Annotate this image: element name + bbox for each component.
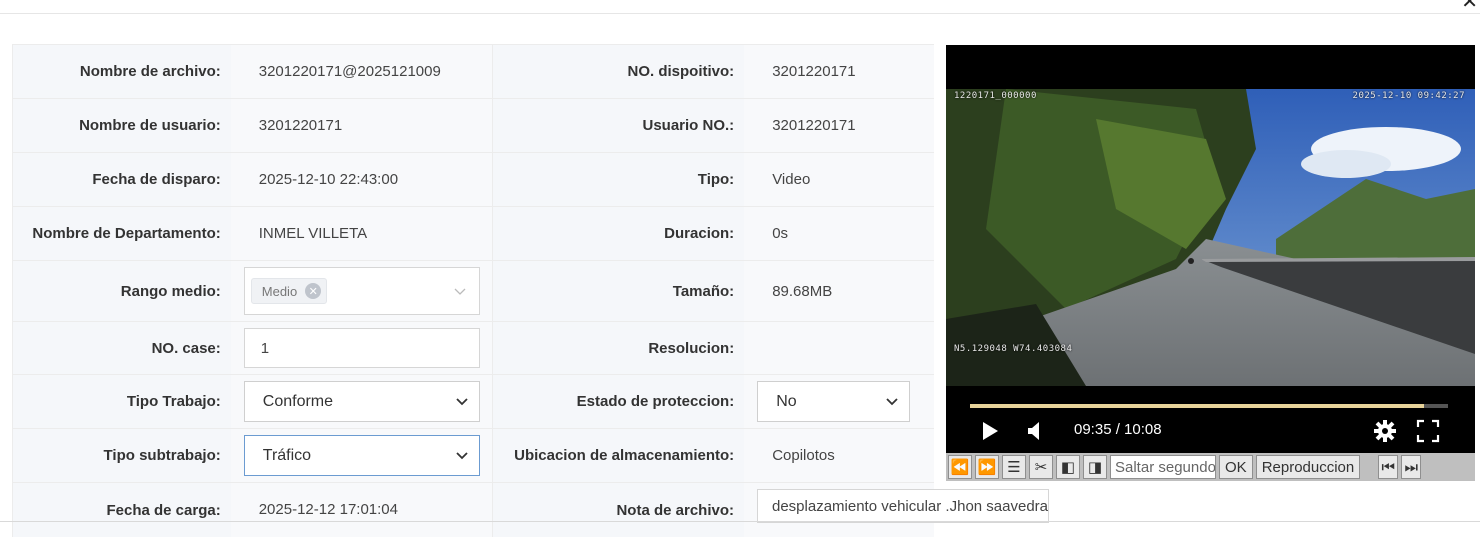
label-resolution: Resolucion:: [492, 322, 745, 374]
range-tag-label: Medio: [261, 283, 298, 299]
label-protection-state: Estado de proteccion:: [492, 375, 745, 428]
clip-button[interactable]: ✂: [1029, 455, 1053, 479]
bottom-divider: [0, 521, 1480, 522]
protection-state-select[interactable]: No: [757, 381, 911, 422]
video-time: 09:35 / 10:08: [1074, 421, 1162, 438]
file-details-form: Nombre de archivo: 3201220171@2025121009…: [12, 44, 1049, 537]
label-range: Rango medio:: [13, 261, 231, 321]
work-type-select[interactable]: Conforme: [243, 381, 480, 422]
label-department: Nombre de Departamento:: [13, 207, 231, 260]
value-department: INMEL VILLETA: [230, 207, 493, 260]
rewind-button[interactable]: ⏪: [948, 455, 972, 479]
label-size: Tamaño:: [492, 261, 745, 321]
label-type: Tipo:: [492, 153, 745, 206]
label-device-no: NO. dispoitivo:: [492, 45, 745, 98]
value-file-name: 3201220171@2025121009: [230, 45, 493, 98]
prev-frame-icon: ◧: [1060, 459, 1076, 476]
label-work-type: Tipo Trabajo:: [13, 375, 231, 428]
case-no-input[interactable]: 1: [243, 328, 480, 368]
playback-button[interactable]: Reproduccion: [1255, 455, 1361, 479]
label-file-name: Nombre de archivo:: [13, 45, 231, 98]
value-size: 89.68MB: [744, 261, 934, 321]
subwork-type-select[interactable]: Tráfico: [243, 435, 480, 476]
skip-end-icon: ⏭: [1404, 458, 1418, 476]
label-case-no: NO. case:: [13, 322, 231, 374]
label-subwork-type: Tipo subtrabajo:: [13, 429, 231, 482]
ok-button[interactable]: OK: [1219, 455, 1253, 479]
label-trigger-date: Fecha de disparo:: [13, 153, 231, 206]
video-progress-fill: [970, 404, 1425, 408]
player-toolbar: ⏪ ⏩ ☰ ✂ ◧ ◨ Saltar segundo OK Reproducci…: [946, 453, 1475, 481]
value-storage-location: Copilotos: [744, 429, 934, 482]
label-user-no: Usuario NO.:: [492, 99, 745, 152]
chevron-down-icon: [456, 398, 468, 406]
subwork-type-value: Tráfico: [262, 446, 312, 464]
work-type-value: Conforme: [262, 392, 334, 410]
protection-state-value: No: [776, 392, 797, 410]
row-user-name: Nombre de usuario: 3201220171 Usuario NO…: [13, 99, 934, 153]
row-upload-date: Fecha de carga: 2025-12-12 17:01:04 Nota…: [13, 483, 1049, 537]
settings-gear-icon[interactable]: [1373, 419, 1397, 443]
osd-timestamp: 2025-12-10 09:42:27: [1352, 91, 1465, 101]
value-trigger-date: 2025-12-10 22:43:00: [230, 153, 493, 206]
range-tag: Medio ✕: [250, 278, 328, 304]
remove-tag-icon[interactable]: ✕: [305, 283, 322, 299]
label-file-note: Nota de archivo:: [492, 483, 744, 537]
label-user-name: Nombre de usuario:: [13, 99, 231, 152]
osd-gps: N5.129048 W74.403084: [954, 344, 1073, 354]
fullscreen-icon[interactable]: [1416, 419, 1440, 443]
next-frame-icon: ◨: [1087, 459, 1103, 476]
label-storage-location: Ubicacion de almacenamiento:: [492, 429, 745, 482]
scissors-icon: ✂: [1034, 459, 1048, 476]
value-user-no: 3201220171: [744, 99, 934, 152]
file-note-input[interactable]: desplazamiento vehicular .Jhon saavedra: [757, 489, 1049, 523]
list-icon: ☰: [1007, 459, 1021, 476]
row-subwork-type: Tipo subtrabajo: Tráfico Ubicacion de al…: [13, 429, 934, 483]
row-file-name: Nombre de archivo: 3201220171@2025121009…: [13, 45, 934, 99]
video-scene-image: [946, 89, 1475, 386]
value-device-no: 3201220171: [744, 45, 934, 98]
row-work-type: Tipo Trabajo: Conforme Estado de protecc…: [13, 375, 934, 429]
list-button[interactable]: ☰: [1002, 455, 1026, 479]
prev-frame-button[interactable]: ◧: [1056, 455, 1080, 479]
fast-forward-button[interactable]: ⏩: [975, 455, 999, 479]
volume-icon[interactable]: [1026, 420, 1046, 442]
osd-file-id: 1220171_000000: [954, 91, 1037, 101]
skip-start-icon: ⏮: [1381, 458, 1395, 476]
value-duration: 0s: [744, 207, 934, 260]
dialog-header: ✕: [0, 0, 1480, 14]
skip-end-button[interactable]: ⏭: [1401, 455, 1422, 479]
video-progress-bar[interactable]: [970, 404, 1448, 408]
skip-start-button[interactable]: ⏮: [1378, 455, 1399, 479]
value-type: Video: [744, 153, 934, 206]
video-player[interactable]: 1220171_000000 2025-12-10 09:42:27 N5.12…: [946, 45, 1475, 453]
rewind-icon: ⏪: [950, 459, 970, 476]
row-range: Rango medio: Medio ✕ Tamaño: 89.68MB: [13, 261, 934, 322]
next-frame-button[interactable]: ◨: [1083, 455, 1107, 479]
value-upload-date: 2025-12-12 17:01:04: [230, 483, 493, 537]
value-resolution: [744, 322, 934, 374]
close-icon[interactable]: ✕: [1461, 0, 1478, 12]
fast-forward-icon: ⏩: [977, 459, 997, 476]
label-upload-date: Fecha de carga:: [13, 483, 231, 537]
chevron-down-icon: [456, 452, 468, 460]
chevron-down-icon: [886, 398, 898, 406]
label-duration: Duracion:: [492, 207, 745, 260]
row-department: Nombre de Departamento: INMEL VILLETA Du…: [13, 207, 934, 261]
range-multiselect[interactable]: Medio ✕: [243, 267, 480, 315]
jump-seconds-input[interactable]: Saltar segundo: [1110, 455, 1216, 479]
chevron-down-icon: [454, 288, 466, 295]
row-case-no: NO. case: 1 Resolucion:: [13, 322, 934, 375]
value-user-name: 3201220171: [230, 99, 493, 152]
video-frame: 1220171_000000 2025-12-10 09:42:27 N5.12…: [946, 89, 1475, 386]
row-trigger-date: Fecha de disparo: 2025-12-10 22:43:00 Ti…: [13, 153, 934, 207]
play-icon[interactable]: [980, 420, 1000, 442]
